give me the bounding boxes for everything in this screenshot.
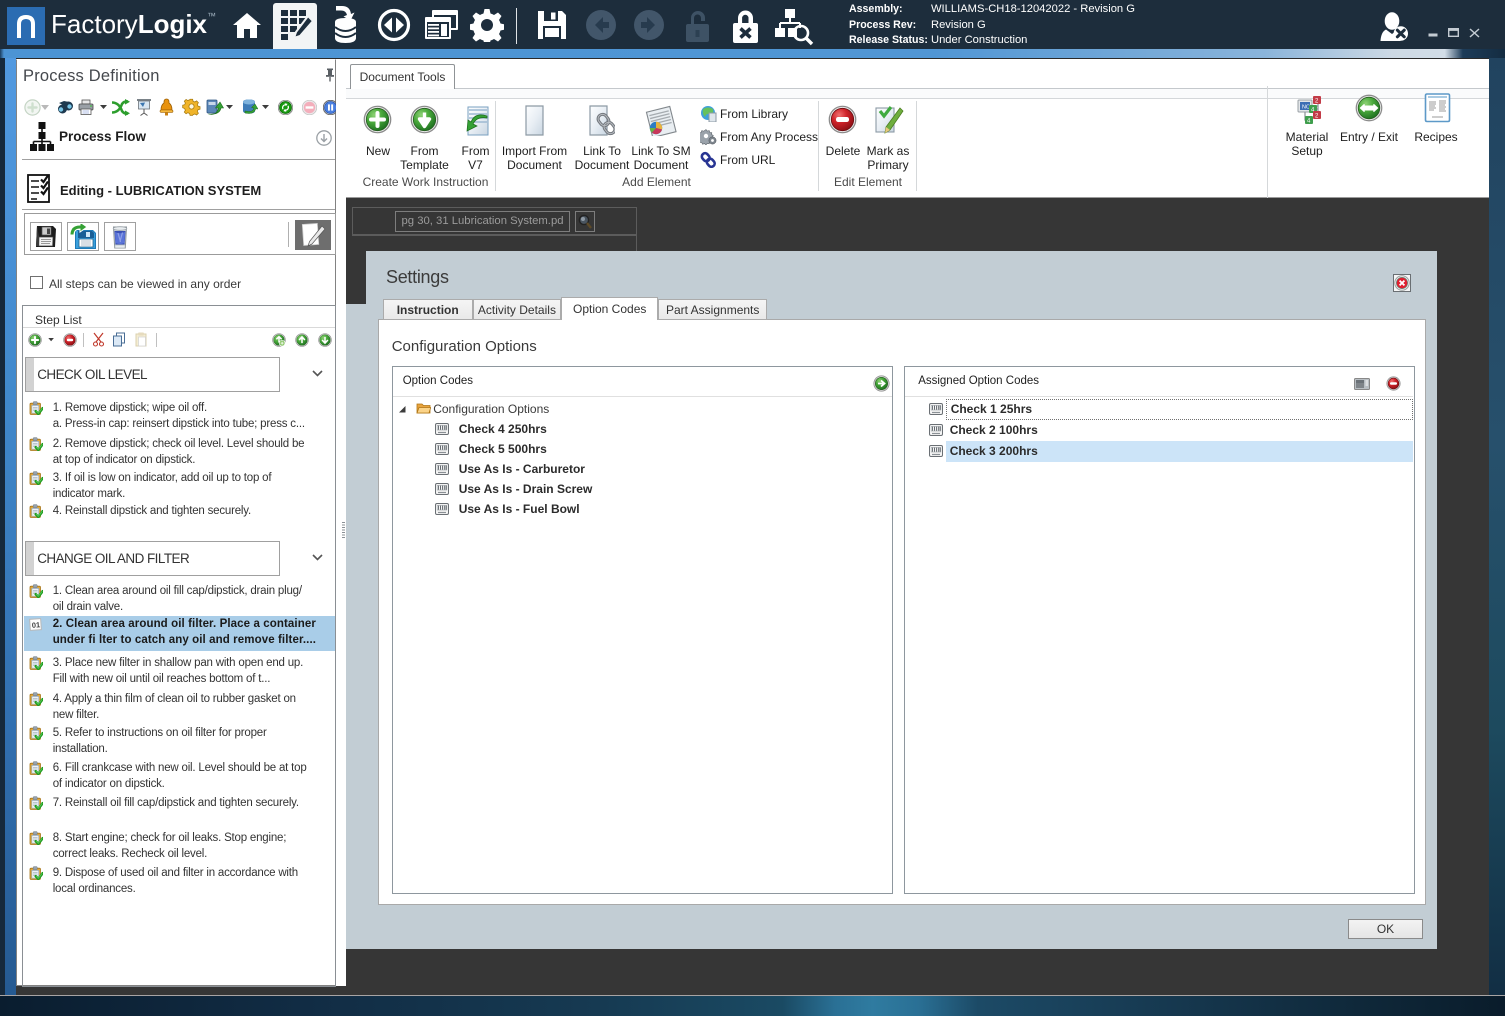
svg-text:01: 01 — [32, 620, 41, 630]
